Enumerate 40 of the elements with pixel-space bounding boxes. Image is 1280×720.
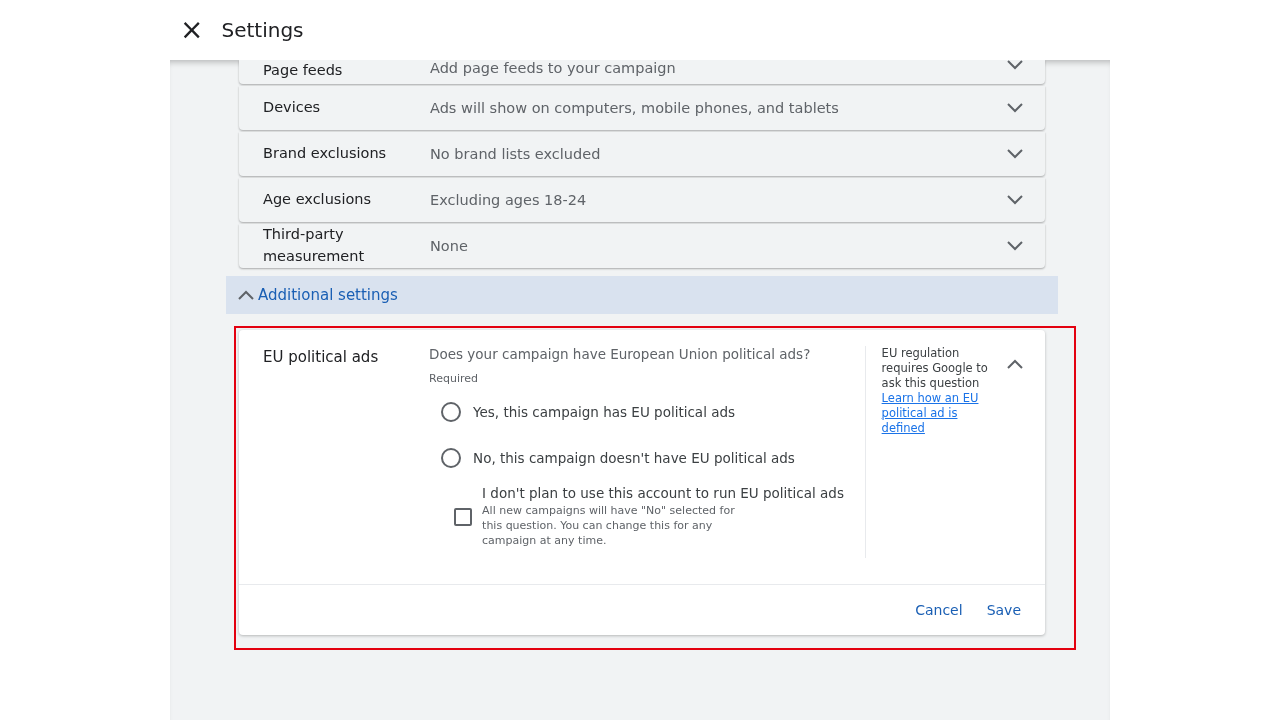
page-title: Settings xyxy=(221,18,304,42)
setting-label: Third-party measurement xyxy=(263,225,366,266)
setting-label: Brand exclusions xyxy=(263,144,388,164)
settings-row[interactable]: Brand exclusions No brand lists excluded xyxy=(239,132,1045,176)
chevron-down-icon[interactable] xyxy=(1007,60,1023,70)
setting-label: Age exclusions xyxy=(263,190,373,210)
help-link[interactable]: Learn how an EU political ad is defined xyxy=(881,391,991,436)
help-text: EU regulation requires Google to ask this question xyxy=(881,346,988,390)
chevron-up-icon[interactable] xyxy=(238,290,254,300)
setting-value: Excluding ages 18-24 xyxy=(430,192,588,208)
settings-row[interactable]: Age exclusions Excluding ages 18-24 xyxy=(239,178,1045,222)
additional-settings-toggle[interactable]: Additional settings xyxy=(226,276,1058,314)
setting-value: No brand lists excluded xyxy=(430,146,602,162)
chevron-down-icon[interactable] xyxy=(1007,149,1023,159)
checkbox-hint: All new campaigns will have "No" selected for this question. You can change this for any campaign at any time. xyxy=(482,503,736,548)
section-label: Additional settings xyxy=(258,286,398,304)
setting-label: Devices xyxy=(263,98,322,118)
required-note: Required xyxy=(429,372,480,385)
close-button[interactable]: × xyxy=(180,16,204,44)
setting-label: EU political ads xyxy=(263,348,380,368)
settings-row[interactable]: Devices Ads will show on computers, mobile phones, and tablets xyxy=(239,86,1045,130)
setting-label: Page feeds xyxy=(263,61,344,80)
chevron-down-icon[interactable] xyxy=(1007,241,1023,251)
radio-button[interactable] xyxy=(441,402,462,422)
settings-row[interactable]: Third-party measurement None xyxy=(239,224,1045,268)
setting-value: Add page feeds to your campaign xyxy=(430,60,677,76)
question-text: Does your campaign have European Union political ads? xyxy=(429,346,812,362)
setting-value: None xyxy=(430,238,469,254)
checkbox[interactable] xyxy=(454,507,473,526)
radio-button[interactable] xyxy=(441,448,462,468)
radio-label: No, this campaign doesn't have EU political ads xyxy=(473,450,795,466)
setting-value: Ads will show on computers, mobile phones, and tablets xyxy=(430,100,840,116)
chevron-down-icon[interactable] xyxy=(1007,195,1023,205)
text-button[interactable]: Cancel xyxy=(913,598,965,622)
settings-row[interactable]: Page feeds Add page feeds to your campaign xyxy=(239,60,1045,84)
checkbox-label: I don't plan to use this account to run EU political ads xyxy=(482,485,844,501)
chevron-up-icon[interactable] xyxy=(1007,359,1023,369)
radio-label: Yes, this campaign has EU political ads xyxy=(473,404,736,420)
text-button[interactable]: Save xyxy=(984,598,1023,622)
chevron-down-icon[interactable] xyxy=(1007,103,1023,113)
